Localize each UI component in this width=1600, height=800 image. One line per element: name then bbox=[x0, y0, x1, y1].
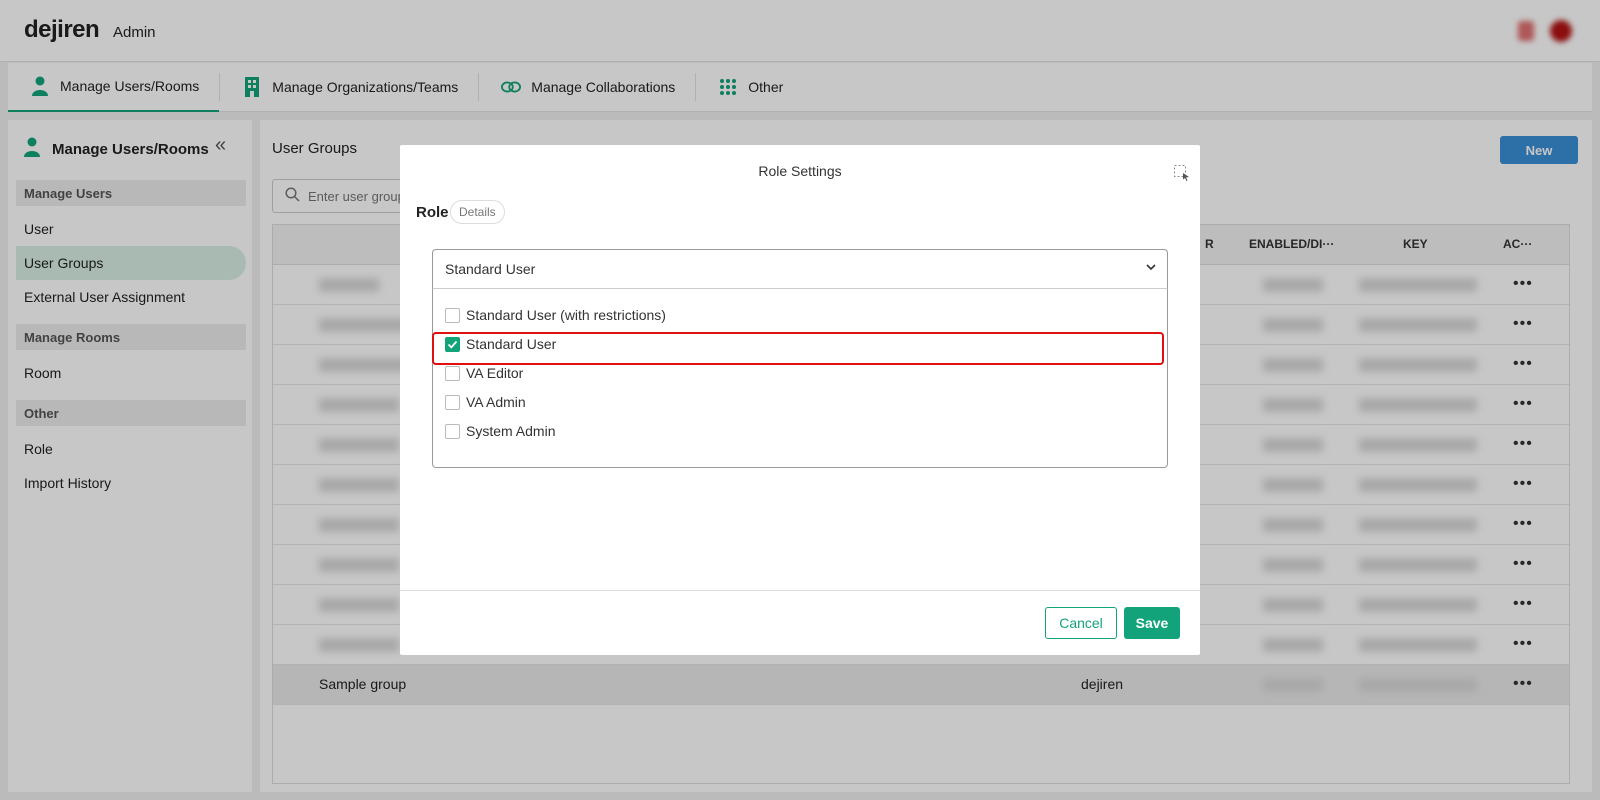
checkbox[interactable] bbox=[445, 365, 460, 381]
selection-highlight bbox=[432, 332, 1164, 365]
checkbox[interactable] bbox=[445, 307, 460, 323]
role-select[interactable]: Standard User bbox=[432, 249, 1168, 289]
role-label: Role bbox=[416, 204, 449, 221]
role-option-label: System Admin bbox=[466, 423, 556, 439]
chevron-down-icon bbox=[1145, 260, 1157, 276]
role-settings-modal: Role Settings Role Details Standard User… bbox=[400, 145, 1200, 655]
role-option-label: VA Admin bbox=[466, 394, 526, 410]
role-select-value: Standard User bbox=[445, 261, 536, 277]
role-options-list: Standard User (with restrictions) Standa… bbox=[432, 288, 1168, 468]
role-option-label: VA Editor bbox=[466, 365, 524, 381]
save-button[interactable]: Save bbox=[1124, 607, 1180, 639]
cancel-button[interactable]: Cancel bbox=[1045, 607, 1117, 639]
role-option[interactable]: VA Admin bbox=[445, 391, 526, 413]
selection-cursor-icon[interactable] bbox=[1174, 165, 1190, 181]
role-option[interactable]: System Admin bbox=[445, 420, 555, 442]
modal-divider bbox=[400, 590, 1200, 591]
role-option[interactable]: Standard User (with restrictions) bbox=[445, 304, 666, 326]
modal-title: Role Settings bbox=[758, 163, 842, 179]
details-link[interactable]: Details bbox=[450, 200, 505, 224]
checkbox[interactable] bbox=[445, 423, 460, 439]
role-option-label: Standard User (with restrictions) bbox=[466, 307, 666, 323]
role-option[interactable]: VA Editor bbox=[445, 362, 523, 384]
checkbox[interactable] bbox=[445, 394, 460, 410]
